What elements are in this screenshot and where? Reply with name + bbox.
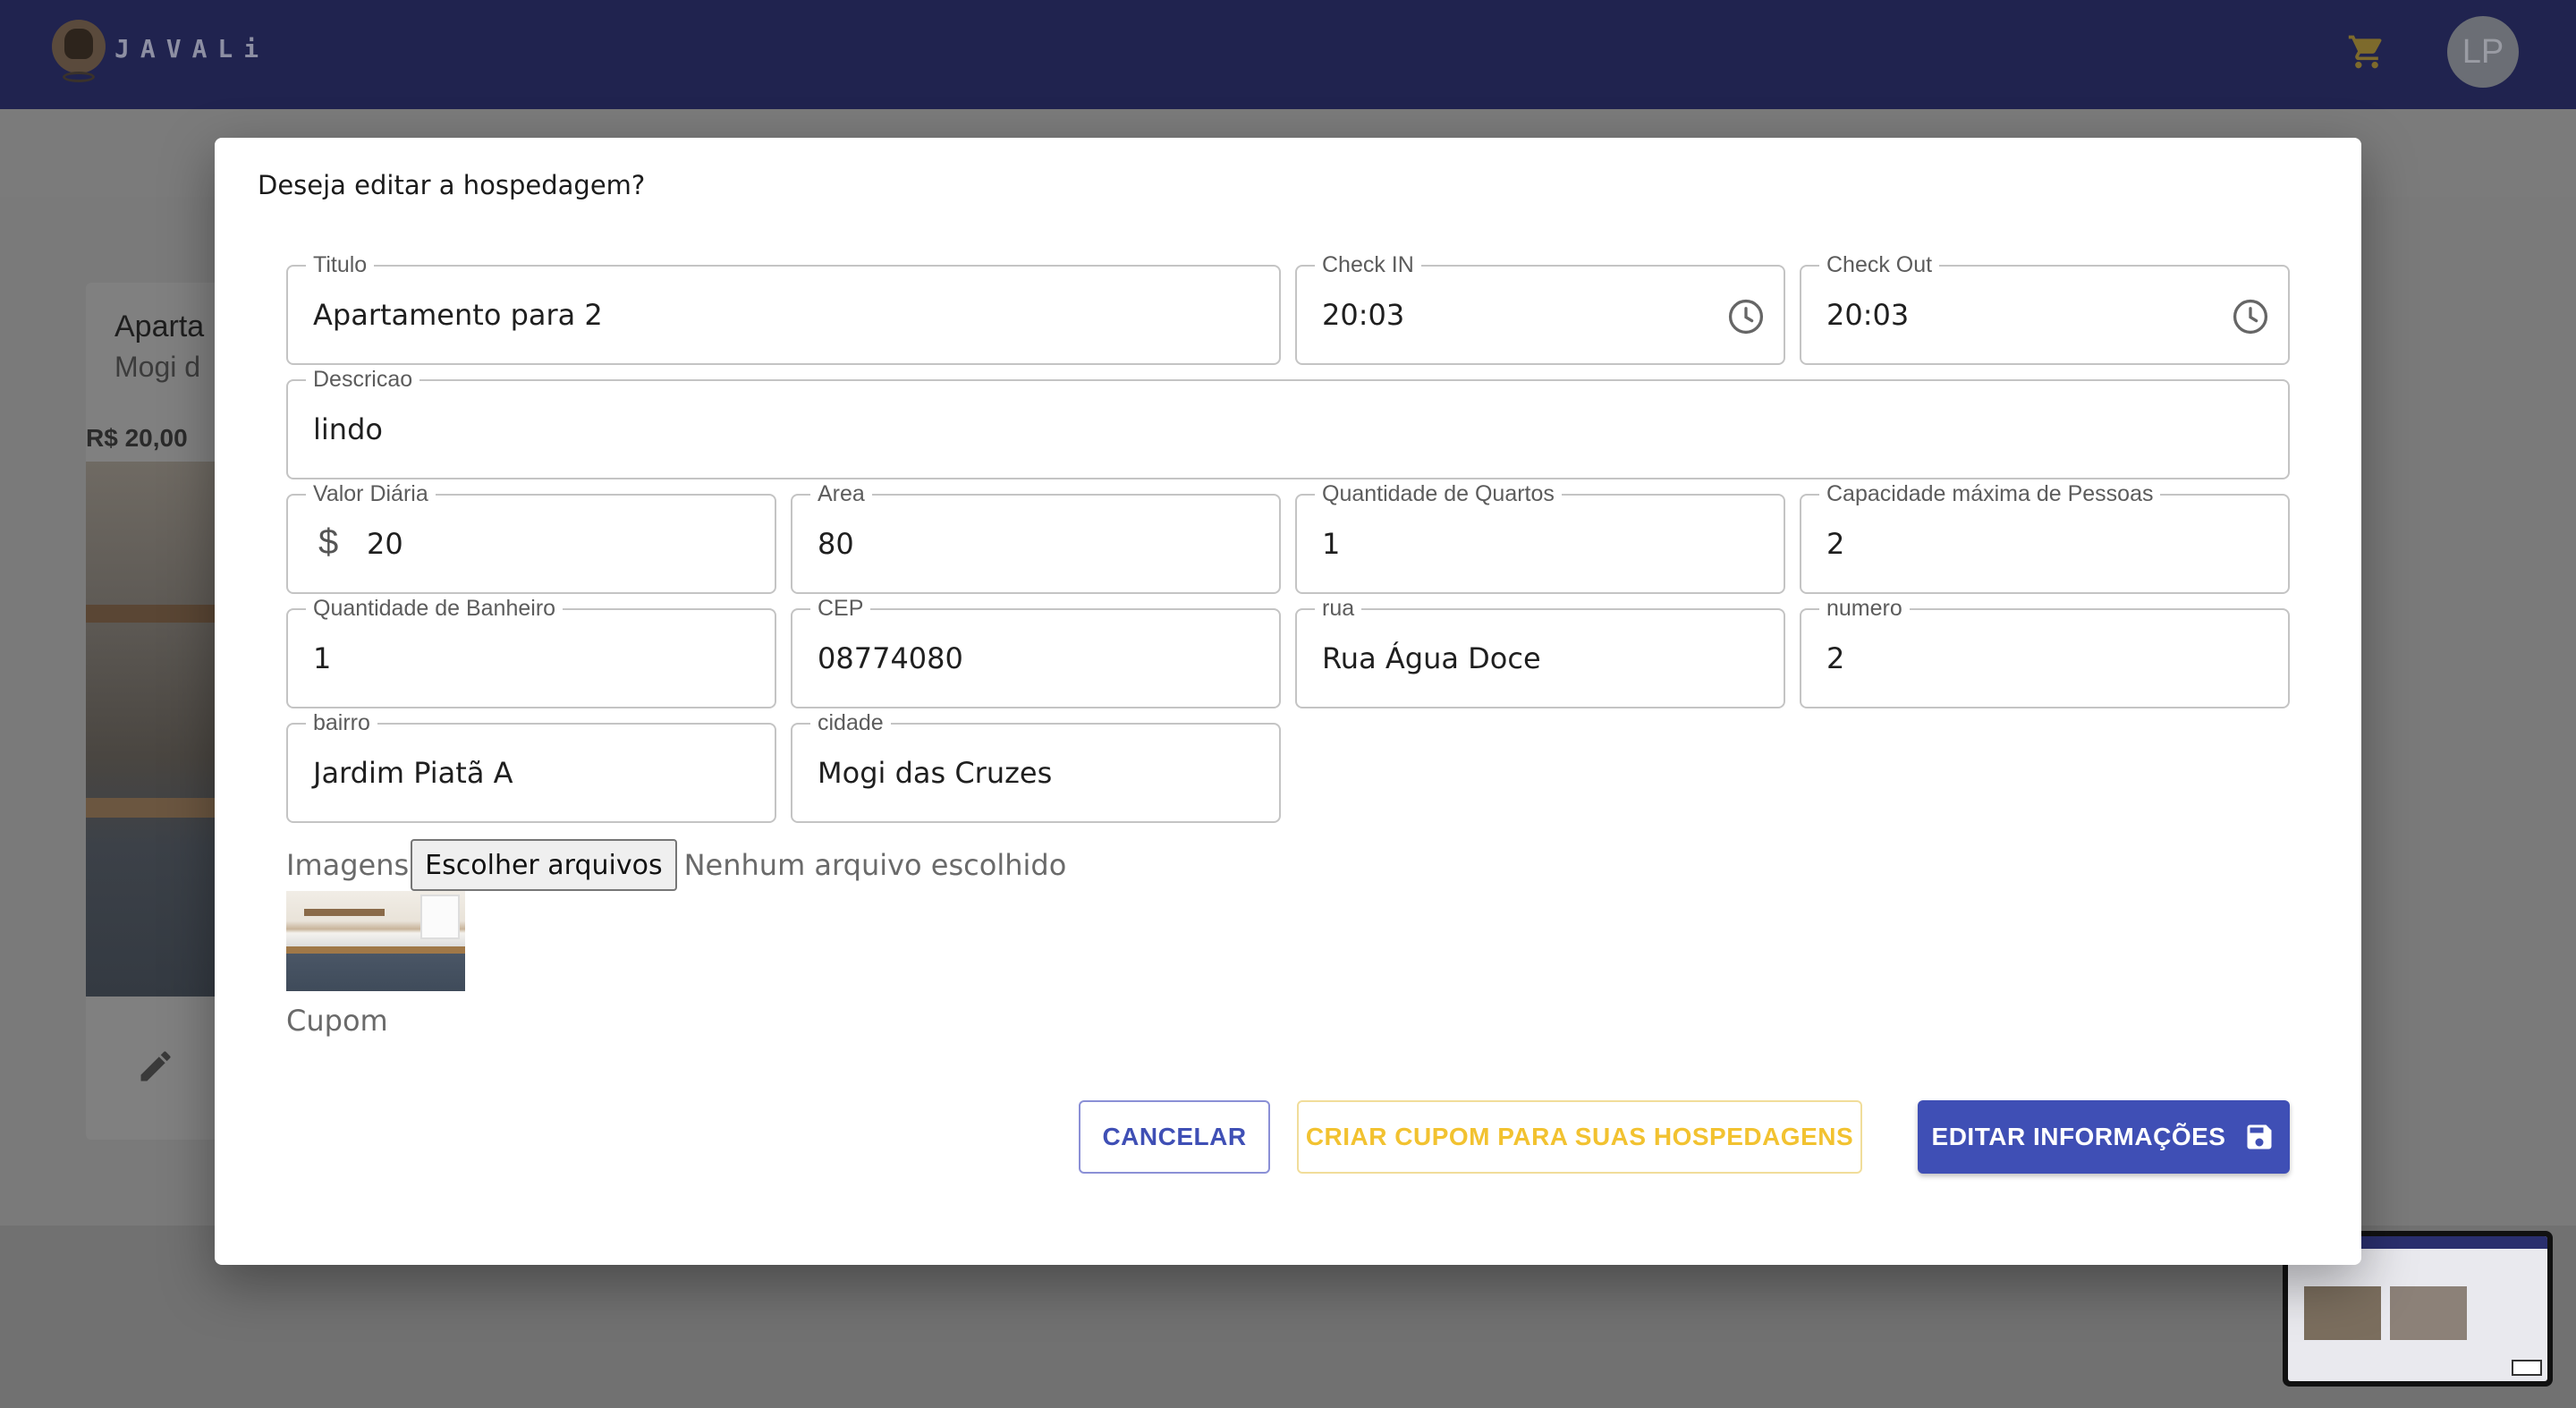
titulo-field[interactable]: Titulo Apartamento para 2 [286,251,1281,365]
area-value: 80 [818,527,854,561]
numero-field[interactable]: numero 2 [1800,595,2290,708]
listing-card-image [86,462,229,997]
banheiros-label: Quantidade de Banheiro [306,595,564,622]
valor-diaria-value: 20 [367,527,403,561]
create-coupon-button-label: CRIAR CUPOM PARA SUAS HOSPEDAGENS [1305,1123,1854,1150]
titulo-label: Titulo [306,251,375,278]
rua-field[interactable]: rua Rua Água Doce [1295,595,1785,708]
edit-listing-dialog: Deseja editar a hospedagem? Titulo Apart… [215,138,2361,1265]
titulo-value: Apartamento para 2 [313,298,603,332]
bairro-field[interactable]: bairro Jardim Piatã A [286,709,776,823]
cancel-button[interactable]: CANCELAR [1079,1100,1270,1174]
banheiros-value: 1 [313,641,332,675]
edit-info-button[interactable]: EDITAR INFORMAÇÕES [1918,1100,2290,1174]
edit-info-button-label: EDITAR INFORMAÇÕES [1931,1123,2226,1150]
cidade-field[interactable]: cidade Mogi das Cruzes [791,709,1281,823]
bairro-label: bairro [306,709,377,736]
listing-card: Aparta Mogi d [86,283,229,1140]
create-coupon-button[interactable]: CRIAR CUPOM PARA SUAS HOSPEDAGENS [1297,1100,1862,1174]
cep-label: CEP [810,595,871,622]
cupom-label: Cupom [286,1004,388,1038]
descricao-label: Descricao [306,366,420,393]
check-out-label: Check Out [1819,251,1940,278]
check-out-field[interactable]: Check Out 20:03 [1800,251,2290,365]
capacidade-field[interactable]: Capacidade máxima de Pessoas 2 [1800,480,2290,594]
app-bar: JAVALi LP [0,0,2576,109]
quartos-field[interactable]: Quantidade de Quartos 1 [1295,480,1785,594]
image-preview [286,891,465,991]
valor-diaria-field[interactable]: Valor Diária $ 20 [286,480,776,594]
clock-icon[interactable] [1726,297,1766,336]
edit-icon[interactable] [136,1047,175,1086]
choose-files-button[interactable]: Escolher arquivos [411,839,677,891]
cidade-value: Mogi das Cruzes [818,756,1053,790]
dialog-title: Deseja editar a hospedagem? [258,170,646,200]
valor-diaria-label: Valor Diária [306,480,436,507]
logo[interactable] [52,20,106,86]
cep-value: 08774080 [818,641,963,675]
save-icon [2247,1124,2272,1149]
quartos-label: Quantidade de Quartos [1315,480,1562,507]
descricao-value: lindo [313,412,383,446]
cart-icon[interactable] [2345,32,2388,72]
images-label: Imagens [286,848,410,882]
capacidade-label: Capacidade máxima de Pessoas [1819,480,2161,507]
listing-card-title: Aparta [114,310,205,344]
rua-label: rua [1315,595,1362,622]
check-in-value: 20:03 [1322,298,1405,332]
descricao-field[interactable]: Descricao lindo [286,366,2290,479]
listing-card-city: Mogi d [114,351,201,383]
cep-field[interactable]: CEP 08774080 [791,595,1281,708]
file-status: Nenhum arquivo escolhido [683,848,1067,882]
area-label: Area [810,480,872,507]
avatar[interactable]: LP [2447,16,2519,88]
rua-value: Rua Água Doce [1322,641,1541,675]
check-in-label: Check IN [1315,251,1421,278]
quartos-value: 1 [1322,527,1341,561]
numero-label: numero [1819,595,1910,622]
capacidade-value: 2 [1826,527,1845,561]
numero-value: 2 [1826,641,1845,675]
cidade-label: cidade [810,709,891,736]
bairro-value: Jardim Piatã A [313,756,513,790]
check-in-field[interactable]: Check IN 20:03 [1295,251,1785,365]
check-out-value: 20:03 [1826,298,1910,332]
brand-name: JAVALi [114,34,270,64]
banheiros-field[interactable]: Quantidade de Banheiro 1 [286,595,776,708]
listing-card-price: R$ 20,00 [86,424,188,452]
images-input: Imagens Escolher arquivos Nenhum arquivo… [286,837,1066,893]
area-field[interactable]: Area 80 [791,480,1281,594]
cancel-button-label: CANCELAR [1102,1123,1247,1150]
dollar-icon: $ [318,522,339,562]
clock-icon[interactable] [2231,297,2270,336]
